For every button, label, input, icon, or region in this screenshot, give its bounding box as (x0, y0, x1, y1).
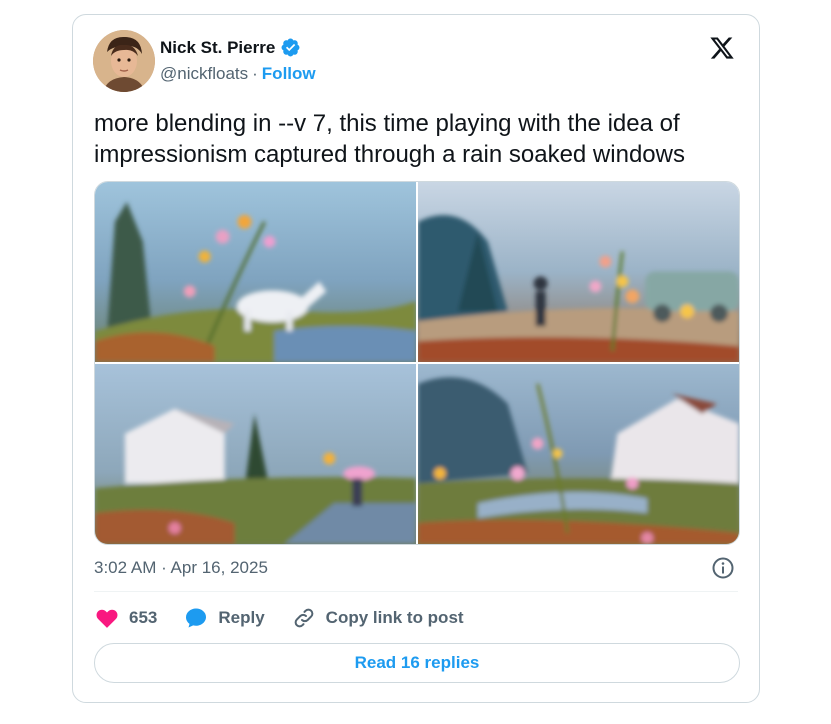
reply-label: Reply (218, 608, 265, 627)
heart-icon (96, 609, 118, 628)
author-handle[interactable]: @nickfloats (160, 64, 248, 84)
link-icon (294, 608, 314, 628)
info-icon[interactable] (711, 556, 735, 580)
verified-badge-icon (281, 38, 300, 57)
media-image-4[interactable] (418, 364, 739, 544)
author-name[interactable]: Nick St. Pierre (160, 38, 275, 58)
avatar[interactable] (93, 30, 155, 92)
media-image-1[interactable] (95, 182, 416, 362)
handle-separator: · (252, 64, 258, 83)
media-image-2[interactable] (418, 182, 739, 362)
action-bar: 653 Reply Copy link to post (95, 606, 491, 630)
like-button[interactable]: 653 (95, 606, 157, 630)
tweet-card: Nick St. Pierre @nickfloats · Follow mor… (72, 14, 760, 703)
reply-bubble-icon (186, 608, 207, 628)
follow-button[interactable]: Follow (262, 64, 316, 84)
media-grid (94, 181, 740, 545)
reply-button[interactable]: Reply (184, 606, 265, 630)
x-logo-icon[interactable] (708, 35, 736, 61)
copy-link-label: Copy link to post (325, 608, 464, 627)
tweet-text: more blending in --v 7, this time playin… (94, 110, 685, 168)
media-image-3[interactable] (95, 364, 416, 544)
read-replies-button[interactable]: Read 16 replies (94, 643, 740, 683)
like-count: 653 (129, 608, 158, 627)
divider (94, 591, 738, 592)
tweet-timestamp[interactable]: 3:02 AM · Apr 16, 2025 (94, 558, 268, 578)
copy-link-button[interactable]: Copy link to post (292, 606, 464, 630)
author-name-row: Nick St. Pierre (160, 37, 301, 58)
author-handle-row: @nickfloats · Follow (160, 64, 316, 84)
